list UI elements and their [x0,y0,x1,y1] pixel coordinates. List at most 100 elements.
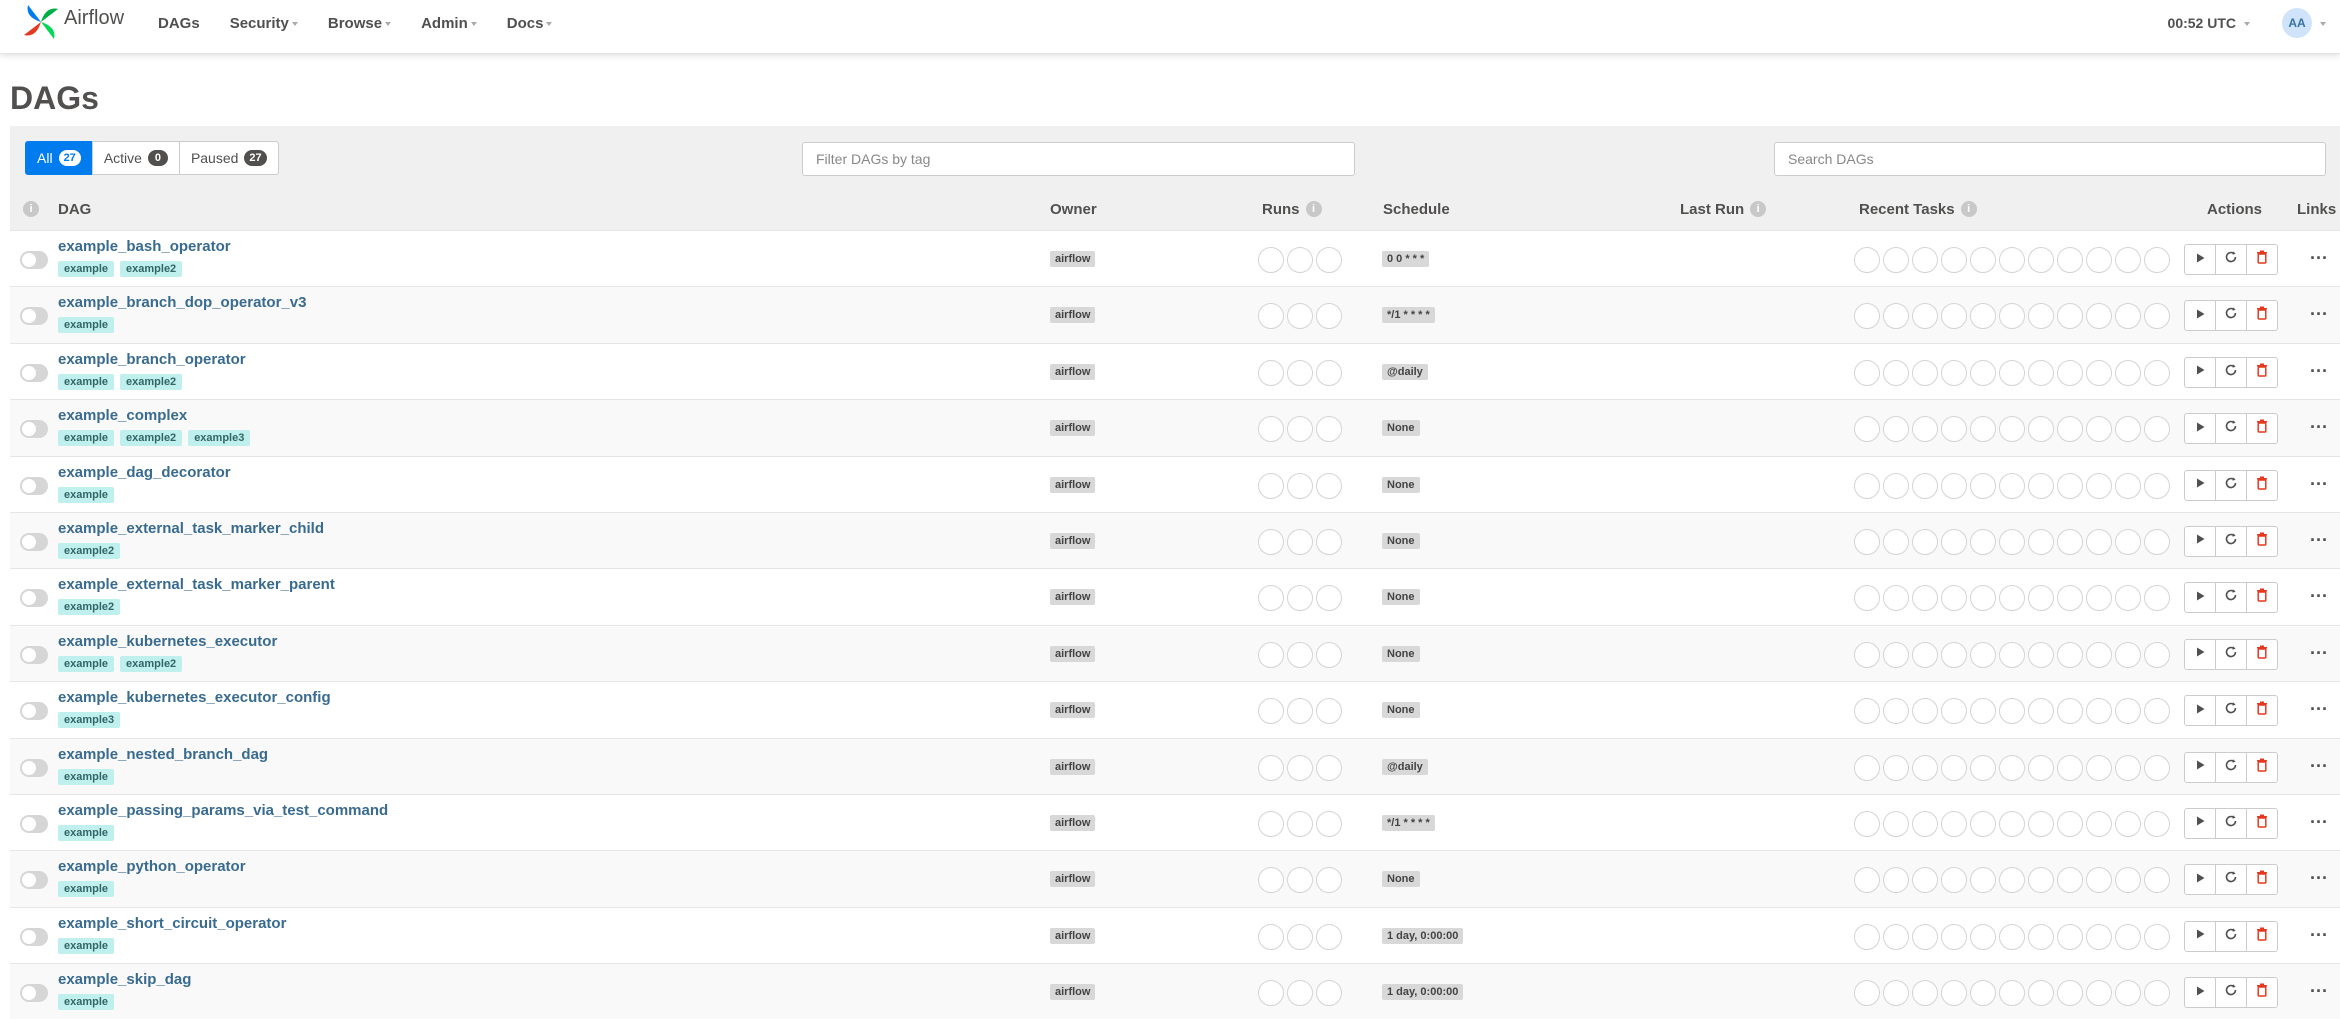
task-status-circle[interactable] [1970,923,1996,950]
task-status-circle[interactable] [2086,528,2112,555]
task-status-circle[interactable] [1854,754,1880,781]
run-status-circle[interactable] [1258,528,1284,555]
brand-logo[interactable]: Airflow [22,0,124,44]
menu-security[interactable]: Security [230,15,298,32]
run-status-circle[interactable] [1316,528,1342,555]
pause-toggle[interactable] [20,532,48,551]
task-status-circle[interactable] [1941,416,1967,443]
refresh-dag-button[interactable] [2215,807,2247,839]
dag-tag[interactable]: example [58,486,115,503]
task-status-circle[interactable] [2057,810,2083,837]
pause-toggle[interactable] [20,758,48,777]
task-status-circle[interactable] [2057,867,2083,894]
task-status-circle[interactable] [2057,359,2083,386]
task-status-circle[interactable] [2086,754,2112,781]
links-menu[interactable]: ··· [2310,304,2328,325]
pause-toggle[interactable] [20,702,48,721]
dag-link[interactable]: example_bash_operator [58,238,231,255]
task-status-circle[interactable] [1912,303,1938,330]
dag-tag[interactable]: example2 [120,655,183,672]
task-status-circle[interactable] [2115,754,2141,781]
links-menu[interactable]: ··· [2310,361,2328,382]
run-status-circle[interactable] [1316,472,1342,499]
schedule-badge[interactable]: None [1382,645,1420,662]
run-status-circle[interactable] [1316,303,1342,330]
dag-tag[interactable]: example2 [120,261,183,277]
links-menu[interactable]: ··· [2310,756,2328,777]
pause-toggle[interactable] [20,363,48,382]
dag-link[interactable]: example_branch_dop_operator_v3 [58,294,306,311]
task-status-circle[interactable] [2144,416,2170,443]
refresh-dag-button[interactable] [2215,413,2247,445]
dag-link[interactable]: example_kubernetes_executor [58,633,277,650]
refresh-dag-button[interactable] [2215,920,2247,952]
owner-badge[interactable]: airflow [1050,927,1096,944]
task-status-circle[interactable] [2144,247,2170,273]
run-status-circle[interactable] [1287,416,1313,443]
refresh-dag-button[interactable] [2215,525,2247,557]
column-dag[interactable]: DAG [58,188,91,230]
schedule-badge[interactable]: None [1382,871,1420,888]
task-status-circle[interactable] [2057,923,2083,950]
refresh-dag-button[interactable] [2215,582,2247,614]
refresh-dag-button[interactable] [2215,244,2247,275]
task-status-circle[interactable] [1883,303,1909,330]
dag-link[interactable]: example_external_task_marker_parent [58,576,335,593]
task-status-circle[interactable] [2028,810,2054,837]
task-status-circle[interactable] [1970,810,1996,837]
run-status-circle[interactable] [1287,247,1313,273]
task-status-circle[interactable] [2115,416,2141,443]
dag-tag[interactable]: example [58,994,115,1011]
task-status-circle[interactable] [1883,923,1909,950]
dag-link[interactable]: example_external_task_marker_child [58,520,324,537]
trigger-dag-button[interactable] [2184,638,2216,670]
pause-toggle[interactable] [20,927,48,946]
links-menu[interactable]: ··· [2310,868,2328,889]
schedule-badge[interactable]: None [1382,532,1420,549]
run-status-circle[interactable] [1287,867,1313,894]
task-status-circle[interactable] [2144,698,2170,725]
dag-tag[interactable]: example2 [58,599,121,616]
task-status-circle[interactable] [1912,698,1938,725]
task-status-circle[interactable] [2057,416,2083,443]
links-menu[interactable]: ··· [2310,474,2328,495]
refresh-dag-button[interactable] [2215,300,2247,332]
run-status-circle[interactable] [1258,923,1284,950]
dag-link[interactable]: example_kubernetes_executor_config [58,689,331,706]
task-status-circle[interactable] [2144,641,2170,668]
run-status-circle[interactable] [1316,867,1342,894]
links-menu[interactable]: ··· [2310,812,2328,833]
task-status-circle[interactable] [1999,980,2025,1007]
task-status-circle[interactable] [1970,247,1996,273]
run-status-circle[interactable] [1287,698,1313,725]
task-status-circle[interactable] [2115,303,2141,330]
run-status-circle[interactable] [1287,528,1313,555]
run-status-circle[interactable] [1287,980,1313,1007]
dag-tag[interactable]: example [58,655,115,672]
schedule-badge[interactable]: @daily [1382,758,1428,775]
run-status-circle[interactable] [1287,810,1313,837]
task-status-circle[interactable] [1941,585,1967,612]
delete-dag-button[interactable] [2246,413,2278,445]
links-menu[interactable]: ··· [2310,981,2328,1002]
trigger-dag-button[interactable] [2184,807,2216,839]
task-status-circle[interactable] [1883,247,1909,273]
owner-badge[interactable]: airflow [1050,702,1096,719]
task-status-circle[interactable] [1912,923,1938,950]
task-status-circle[interactable] [1854,980,1880,1007]
owner-badge[interactable]: airflow [1050,814,1096,831]
task-status-circle[interactable] [1912,416,1938,443]
dag-tag[interactable]: example2 [120,430,183,447]
owner-badge[interactable]: airflow [1050,645,1096,662]
dag-link[interactable]: example_short_circuit_operator [58,915,286,932]
task-status-circle[interactable] [1941,472,1967,499]
task-status-circle[interactable] [2028,472,2054,499]
task-status-circle[interactable] [1999,359,2025,386]
owner-badge[interactable]: airflow [1050,476,1096,493]
trigger-dag-button[interactable] [2184,300,2216,332]
dag-link[interactable]: example_passing_params_via_test_command [58,802,388,819]
trigger-dag-button[interactable] [2184,413,2216,445]
pause-toggle[interactable] [20,476,48,495]
task-status-circle[interactable] [1970,698,1996,725]
schedule-badge[interactable]: None [1382,702,1420,719]
